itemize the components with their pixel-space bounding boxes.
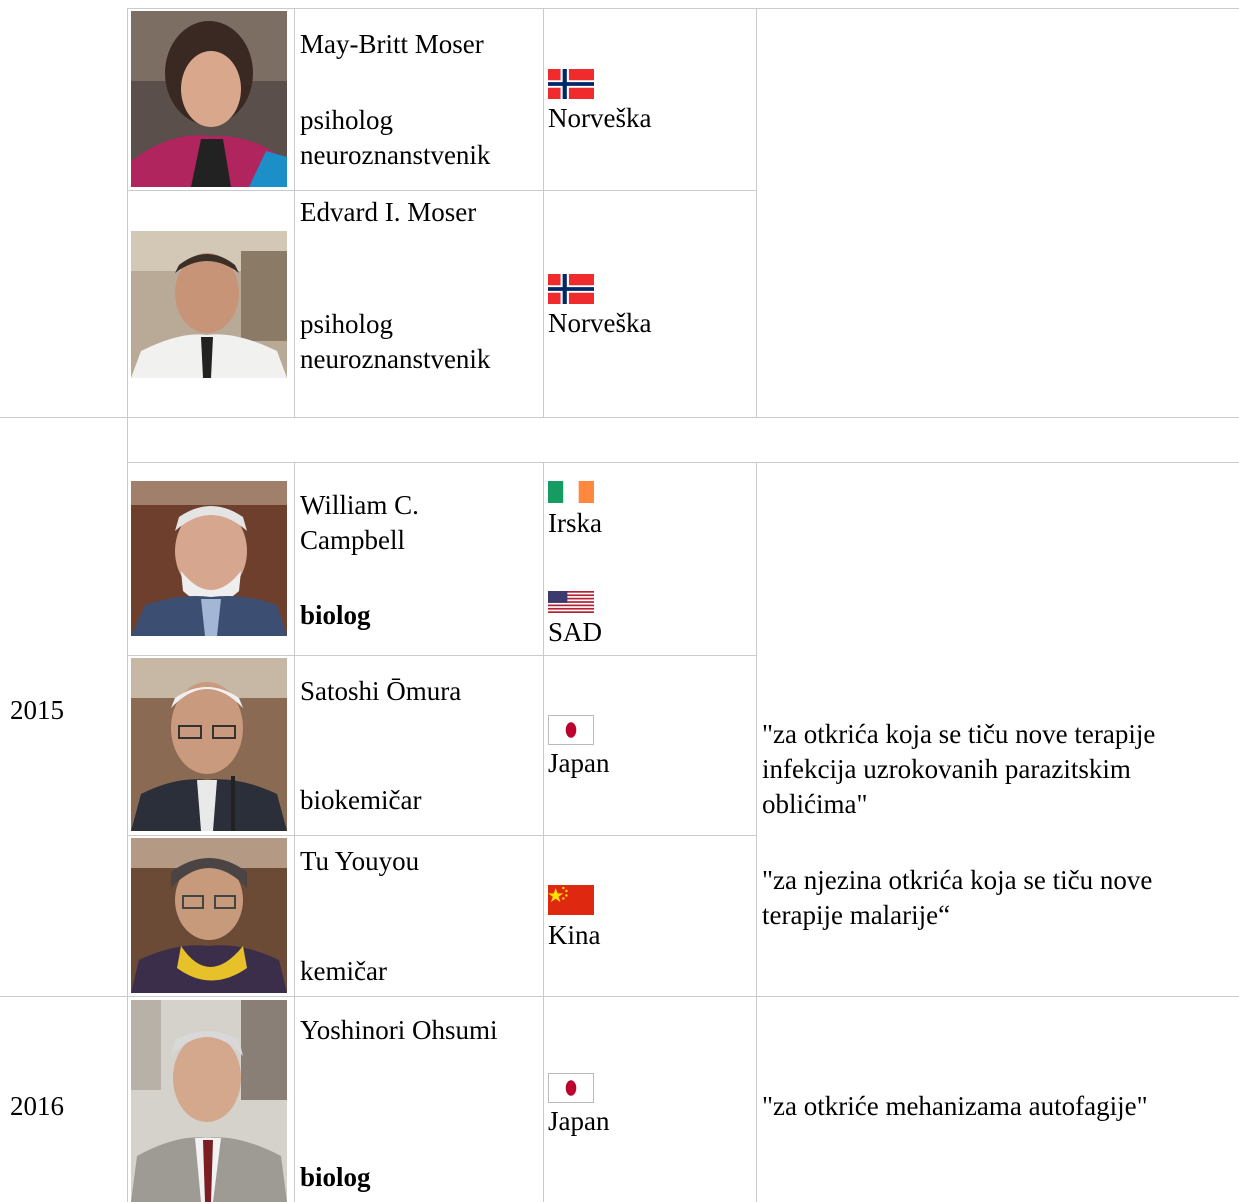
laureate-photo-yoshinori-ohsumi[interactable] [131, 1000, 287, 1202]
laureate-photo-satoshi-omura[interactable] [131, 658, 287, 831]
citation-text: oblićima" [762, 789, 868, 819]
laureate-profession: kemičar [300, 956, 387, 986]
china-flag-icon[interactable] [548, 885, 594, 915]
laureate-name[interactable]: May-Britt Moser [300, 26, 484, 62]
laureate-profession: neuroznanstvenik [300, 344, 491, 374]
laureate-photo-tu-youyou[interactable] [131, 838, 287, 993]
year-cell: 2015 [10, 695, 64, 725]
year-cell: 2016 [10, 1091, 64, 1121]
laureate-profession[interactable]: biolog [300, 1159, 371, 1195]
country-label[interactable]: Japan [548, 1103, 609, 1139]
norway-flag-icon[interactable] [548, 274, 594, 304]
country-label[interactable]: Japan [548, 745, 609, 781]
laureate-profession[interactable]: biolog [300, 597, 371, 633]
norway-flag-icon[interactable] [548, 69, 594, 99]
laureate-photo-may-britt-moser[interactable] [131, 11, 287, 187]
laureate-name[interactable]: Tu Youyou [300, 843, 419, 879]
country-label[interactable]: Kina [548, 917, 600, 953]
laureate-profession: neuroznanstvenik [300, 140, 491, 170]
laureate-name[interactable]: Edvard I. Moser [300, 194, 476, 230]
japan-flag-icon[interactable] [548, 1073, 594, 1103]
country-label[interactable]: Norveška [548, 100, 651, 136]
citation-text: "za otkriće mehanizama autofagije" [762, 1091, 1148, 1121]
laureate-profession: psiholog [300, 105, 394, 135]
laureate-name[interactable]: Satoshi Ōmura [300, 673, 461, 709]
laureate-profession: psiholog [300, 309, 394, 339]
laureate-name[interactable]: William C. [300, 487, 419, 523]
laureate-name[interactable]: Yoshinori Ohsumi [300, 1012, 498, 1048]
country-label[interactable]: SAD [548, 614, 602, 650]
citation-text: "za njezina otkrića koja se tiču nove [762, 865, 1153, 895]
citation-text: "za otkrića koja se tiču nove terapije [762, 719, 1156, 749]
country-label[interactable]: Irska [548, 505, 602, 541]
laureate-profession: biokemičar [300, 785, 422, 815]
citation-text: terapije malarije“ [762, 900, 951, 930]
laureate-name[interactable]: Campbell [300, 522, 405, 558]
japan-flag-icon[interactable] [548, 715, 594, 745]
laureate-photo-william-campbell[interactable] [131, 481, 287, 636]
laureate-photo-edvard-moser[interactable] [131, 231, 287, 378]
country-label[interactable]: Norveška [548, 305, 651, 341]
citation-text: infekcija uzrokovanih parazitskim [762, 754, 1131, 784]
